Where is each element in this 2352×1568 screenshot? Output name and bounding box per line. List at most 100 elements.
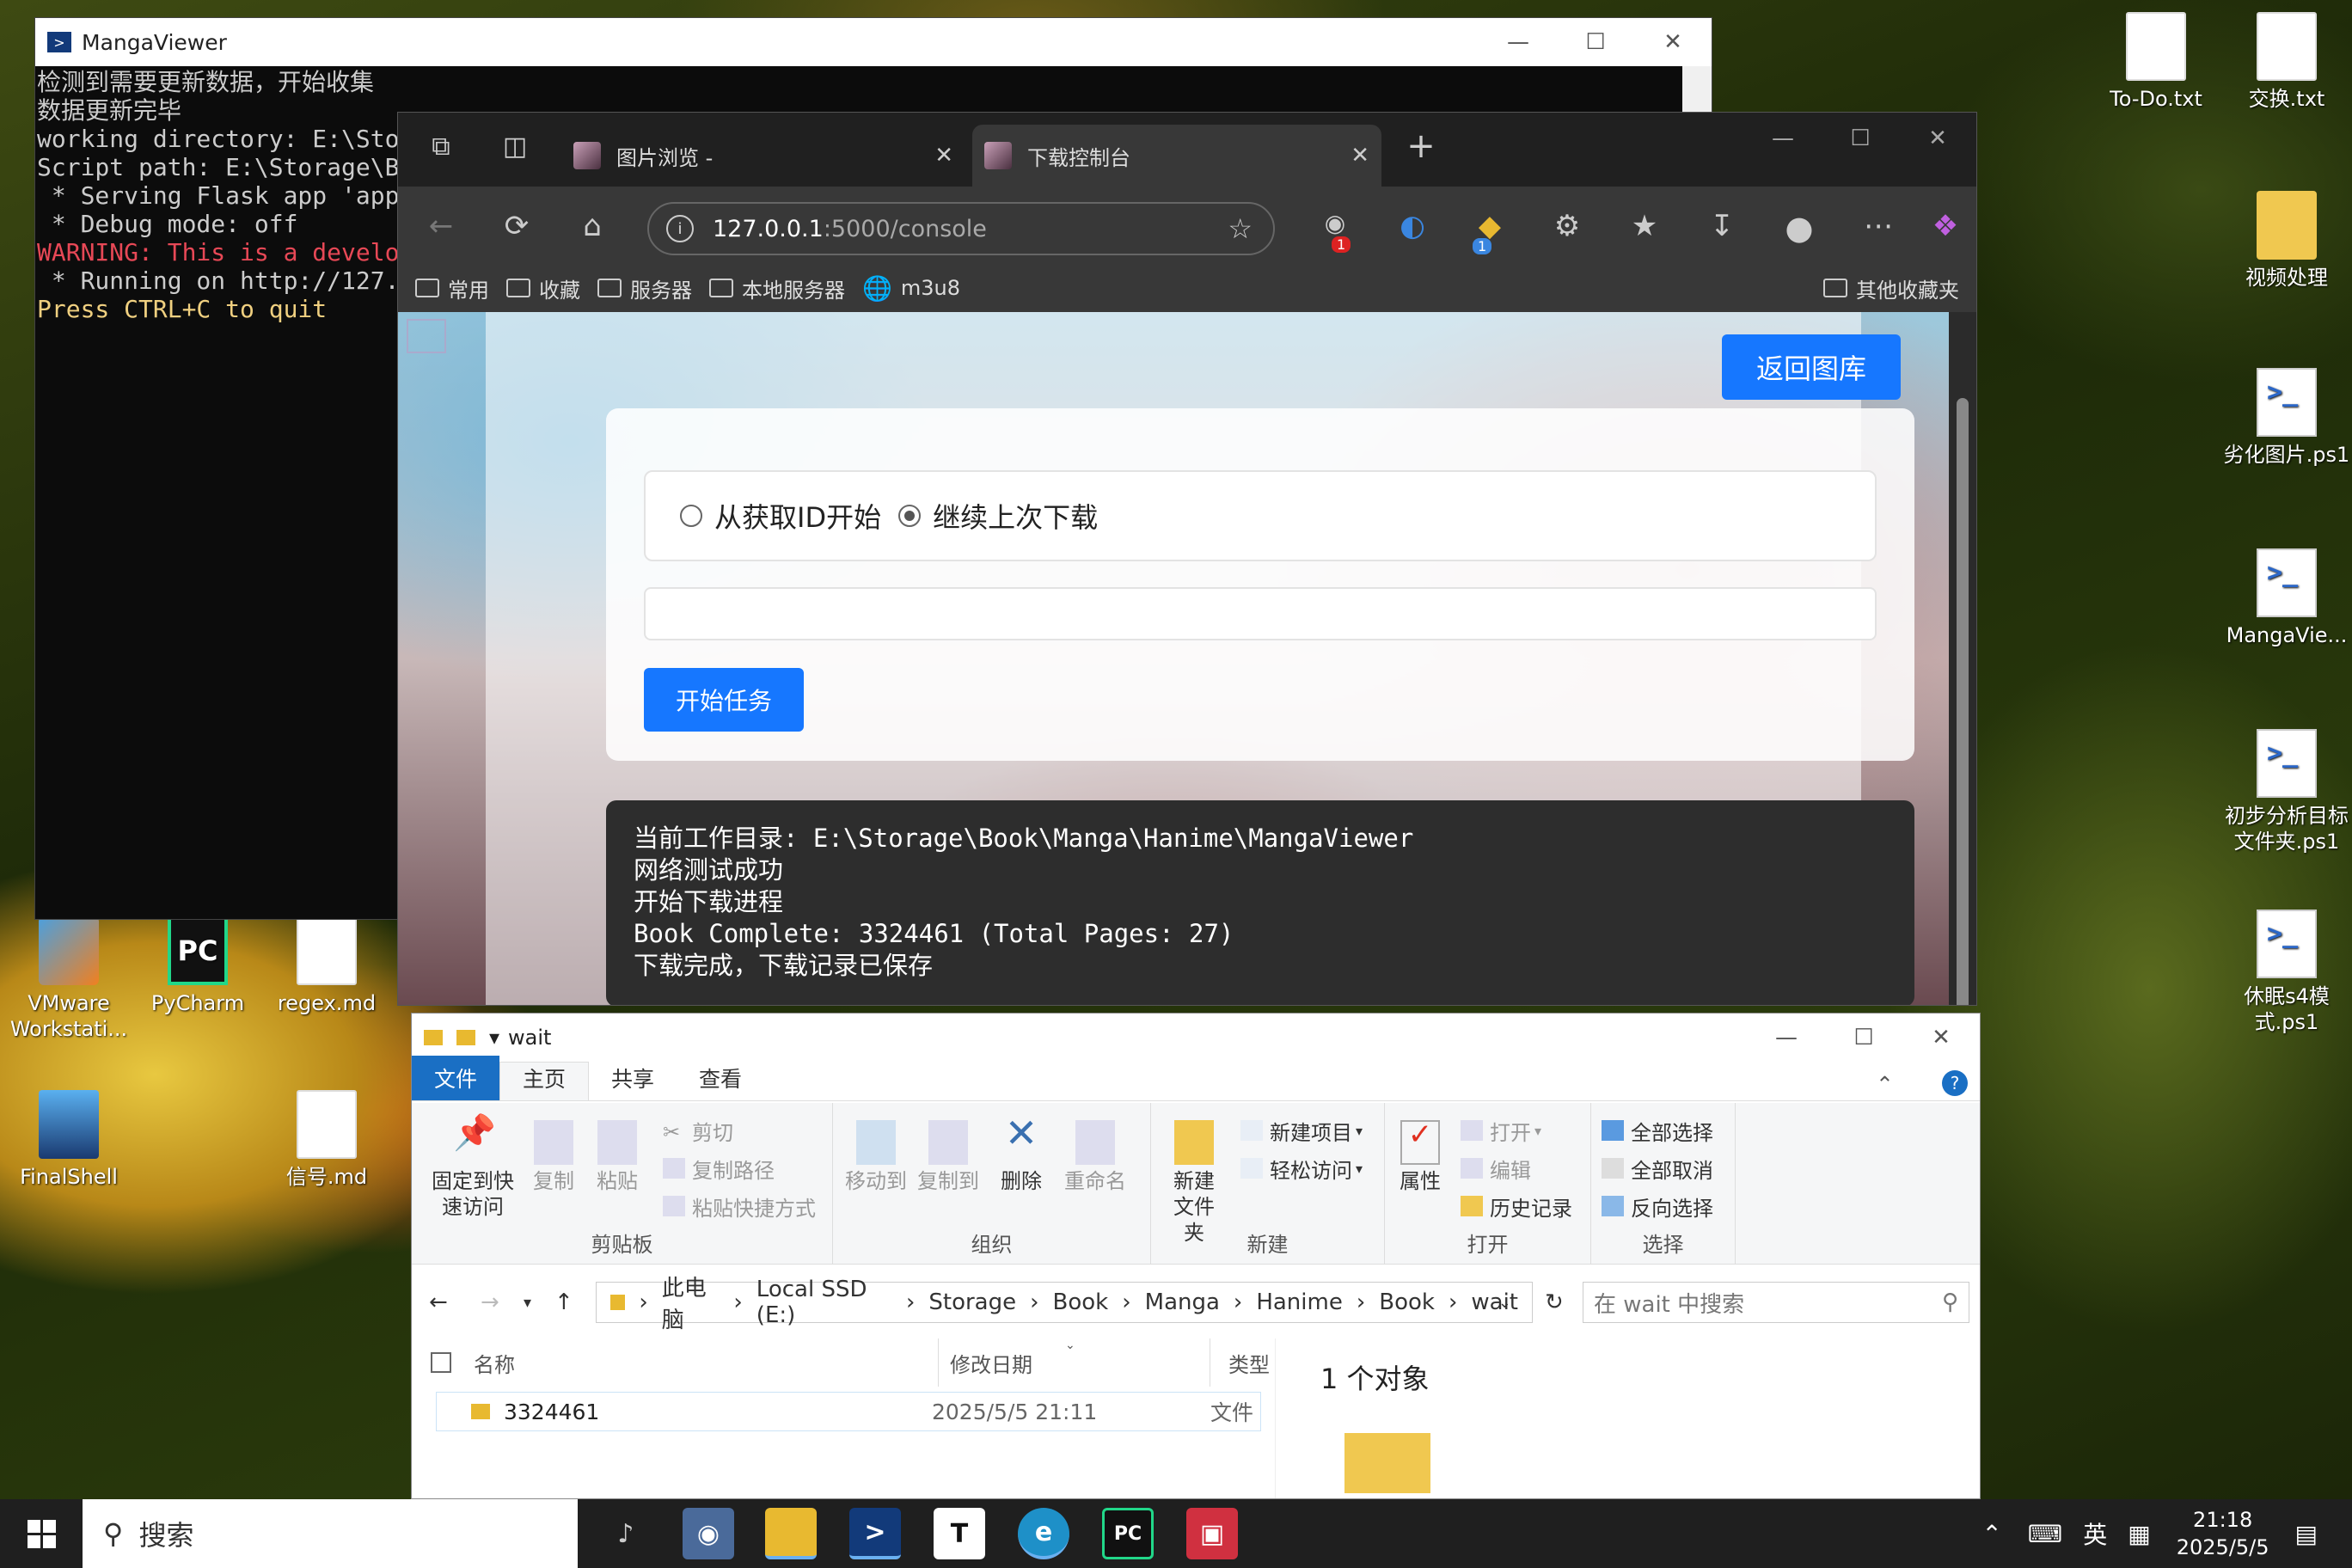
start-task-button[interactable]: 开始任务 xyxy=(644,668,804,732)
bookmark-folder-servers[interactable]: 服务器 xyxy=(597,273,692,303)
breadcrumb-item[interactable]: Storage xyxy=(928,1289,1016,1315)
desktop-icon-pycharm[interactable]: PC PyCharm xyxy=(129,916,266,1016)
page-scrollbar[interactable] xyxy=(1949,312,1976,1005)
task-input[interactable] xyxy=(644,587,1877,640)
downloads-icon[interactable]: ↧ xyxy=(1696,209,1748,243)
edge-taskbar-icon[interactable]: e xyxy=(1018,1508,1069,1559)
bookmark-m3u8[interactable]: 🌐 m3u8 xyxy=(862,274,960,303)
file-explorer-window[interactable]: ▾ wait — ☐ ✕ 文件 主页 共享 查看 ⌃ ? 📌 固定到快速访问 复制… xyxy=(411,1013,1981,1499)
scrollbar-thumb[interactable] xyxy=(1957,398,1969,1005)
camera-app-icon[interactable]: ◉ xyxy=(683,1508,734,1559)
bookmark-other-favorites[interactable]: 其他收藏夹 xyxy=(1823,273,1959,303)
file-explorer-taskbar-icon[interactable] xyxy=(765,1508,817,1559)
radio-label[interactable]: 继续上次下载 xyxy=(933,496,1098,536)
nav-back-icon[interactable]: ← xyxy=(429,1289,448,1315)
address-bar[interactable]: i 127.0.0.1:5000/console ☆ xyxy=(647,202,1275,255)
back-to-gallery-button[interactable]: 返回图库 xyxy=(1722,334,1901,400)
tab-file[interactable]: 文件 xyxy=(412,1056,500,1100)
favorite-star-icon[interactable]: ☆ xyxy=(1228,212,1253,245)
tray-overflow-icon[interactable]: ⌃ xyxy=(1981,1520,2001,1548)
site-info-icon[interactable]: i xyxy=(666,215,694,242)
translate-extension-icon[interactable]: ◐ xyxy=(1387,209,1438,243)
radio-continue-download[interactable] xyxy=(898,505,922,527)
more-menu-icon[interactable]: ⋯ xyxy=(1853,209,1904,243)
paste-button[interactable]: 粘贴 xyxy=(587,1120,647,1194)
breadcrumb-item[interactable]: Hanime xyxy=(1256,1289,1343,1315)
easy-access-button[interactable]: 轻松访问 ▾ xyxy=(1240,1151,1363,1185)
cut-button[interactable]: ✂ 剪切 xyxy=(663,1113,733,1148)
select-all-checkbox[interactable] xyxy=(431,1352,451,1373)
tab-home[interactable]: 主页 xyxy=(499,1062,590,1100)
breadcrumb-item[interactable]: Book xyxy=(1379,1289,1435,1315)
radio-label[interactable]: 从获取ID开始 xyxy=(714,496,881,536)
ime-mode-icon[interactable]: ▦ xyxy=(2128,1520,2150,1548)
tab-share[interactable]: 共享 xyxy=(589,1063,677,1100)
address-dropdown-icon[interactable]: ⌄ xyxy=(1498,1294,1511,1312)
desktop-icon-vmware[interactable]: VMware Workstati... xyxy=(0,916,138,1042)
desktop-icon-analyze-ps1[interactable]: 初步分析目标文件夹.ps1 xyxy=(2218,729,2352,854)
desktop-icon-mangaviewer[interactable]: MangaVie... xyxy=(2218,548,2352,648)
file-row[interactable]: 3324461 2025/5/5 21:11 文件 xyxy=(436,1392,1261,1431)
explorer-titlebar[interactable]: ▾ wait — ☐ ✕ xyxy=(412,1014,1980,1062)
column-name[interactable]: 名称 xyxy=(474,1348,515,1378)
taskbar-search[interactable]: ⚲ 搜索 xyxy=(83,1499,578,1568)
recent-locations-icon[interactable]: ▾ xyxy=(524,1294,531,1312)
copy-path-button[interactable]: 复制路径 xyxy=(663,1151,775,1185)
close-button[interactable]: ✕ xyxy=(1634,18,1712,66)
notifications-icon[interactable]: ▤ xyxy=(2295,1520,2318,1548)
desktop-icon-signal-md[interactable]: 信号.md xyxy=(258,1090,395,1190)
bookmark-folder-favorites[interactable]: 收藏 xyxy=(506,273,580,303)
home-icon[interactable]: ⌂ xyxy=(567,209,618,243)
dropdown-icon[interactable]: ▾ xyxy=(489,1026,499,1050)
keyboard-icon[interactable]: ⌨ xyxy=(2028,1520,2062,1548)
select-all-button[interactable]: 全部选择 xyxy=(1602,1113,1713,1148)
new-tab-icon[interactable]: + xyxy=(1395,126,1447,166)
copy-to-button[interactable]: 复制到 xyxy=(914,1120,983,1194)
column-type[interactable]: 类型 xyxy=(1228,1348,1270,1378)
desktop-icon-todo[interactable]: To-Do.txt xyxy=(2087,12,2225,112)
tab-download-console[interactable]: 下载控制台 ✕ xyxy=(972,125,1381,187)
tab-view[interactable]: 查看 xyxy=(677,1063,764,1100)
refresh-icon[interactable]: ↻ xyxy=(1545,1289,1564,1315)
console-titlebar[interactable]: > MangaViewer — ☐ ✕ xyxy=(35,18,1712,66)
minimize-button[interactable]: — xyxy=(1748,1014,1825,1062)
tab-close-icon[interactable]: ✕ xyxy=(934,143,953,168)
clock[interactable]: 21:18 2025/5/5 xyxy=(2177,1506,2269,1561)
bookmark-folder-common[interactable]: 常用 xyxy=(415,273,489,303)
app-taskbar-icon[interactable]: ▣ xyxy=(1186,1508,1238,1559)
copy-button[interactable]: 复制 xyxy=(524,1120,584,1194)
minimize-button[interactable]: — xyxy=(1744,113,1822,164)
copilot-icon[interactable]: ❖ xyxy=(1920,209,1971,243)
close-button[interactable]: ✕ xyxy=(1899,113,1976,164)
edit-button[interactable]: 编辑 xyxy=(1461,1151,1531,1185)
desktop-icon-exchange[interactable]: 交换.txt xyxy=(2218,12,2352,112)
browser-window[interactable]: ⧉ ◫ 图片浏览 - ✕ 下载控制台 ✕ + — ☐ ✕ ← ⟳ ⌂ i 127… xyxy=(397,112,1977,1006)
breadcrumb-item[interactable]: Manga xyxy=(1145,1289,1220,1315)
favorites-icon[interactable]: ★ xyxy=(1619,209,1670,243)
desktop-icon-regex-md[interactable]: regex.md xyxy=(258,916,395,1016)
minimize-button[interactable]: — xyxy=(1479,18,1557,66)
close-button[interactable]: ✕ xyxy=(1902,1014,1980,1062)
refresh-icon[interactable]: ⟳ xyxy=(491,209,542,243)
maximize-button[interactable]: ☐ xyxy=(1825,1014,1902,1062)
move-to-button[interactable]: 移动到 xyxy=(842,1120,910,1194)
breadcrumb-item[interactable]: Local SSD (E:) xyxy=(756,1277,892,1328)
nav-up-icon[interactable]: ↑ xyxy=(554,1289,573,1315)
help-icon[interactable]: ? xyxy=(1942,1070,1968,1096)
desktop-icon-video-folder[interactable]: 视频处理 xyxy=(2218,191,2352,291)
radio-start-from-id[interactable] xyxy=(680,505,702,527)
back-icon[interactable]: ← xyxy=(415,209,467,243)
workspaces-icon[interactable]: ⧉ xyxy=(415,132,467,162)
profile-avatar-icon[interactable]: ● xyxy=(1773,209,1825,247)
quick-access-folder-icon[interactable] xyxy=(456,1030,475,1045)
powershell-taskbar-icon[interactable]: > xyxy=(849,1508,901,1559)
paste-shortcut-button[interactable]: 粘贴快捷方式 xyxy=(663,1189,816,1223)
tab-close-icon[interactable]: ✕ xyxy=(1351,143,1369,168)
pycharm-taskbar-icon[interactable]: PC xyxy=(1102,1508,1154,1559)
column-modified[interactable]: 修改日期 xyxy=(950,1348,1032,1378)
explorer-search-input[interactable]: 在 wait 中搜索 ⚲ xyxy=(1583,1282,1969,1323)
bookmark-folder-local-servers[interactable]: 本地服务器 xyxy=(709,273,845,303)
maximize-button[interactable]: ☐ xyxy=(1557,18,1634,66)
music-app-icon[interactable]: ♪ xyxy=(600,1508,652,1559)
maximize-button[interactable]: ☐ xyxy=(1822,113,1899,164)
